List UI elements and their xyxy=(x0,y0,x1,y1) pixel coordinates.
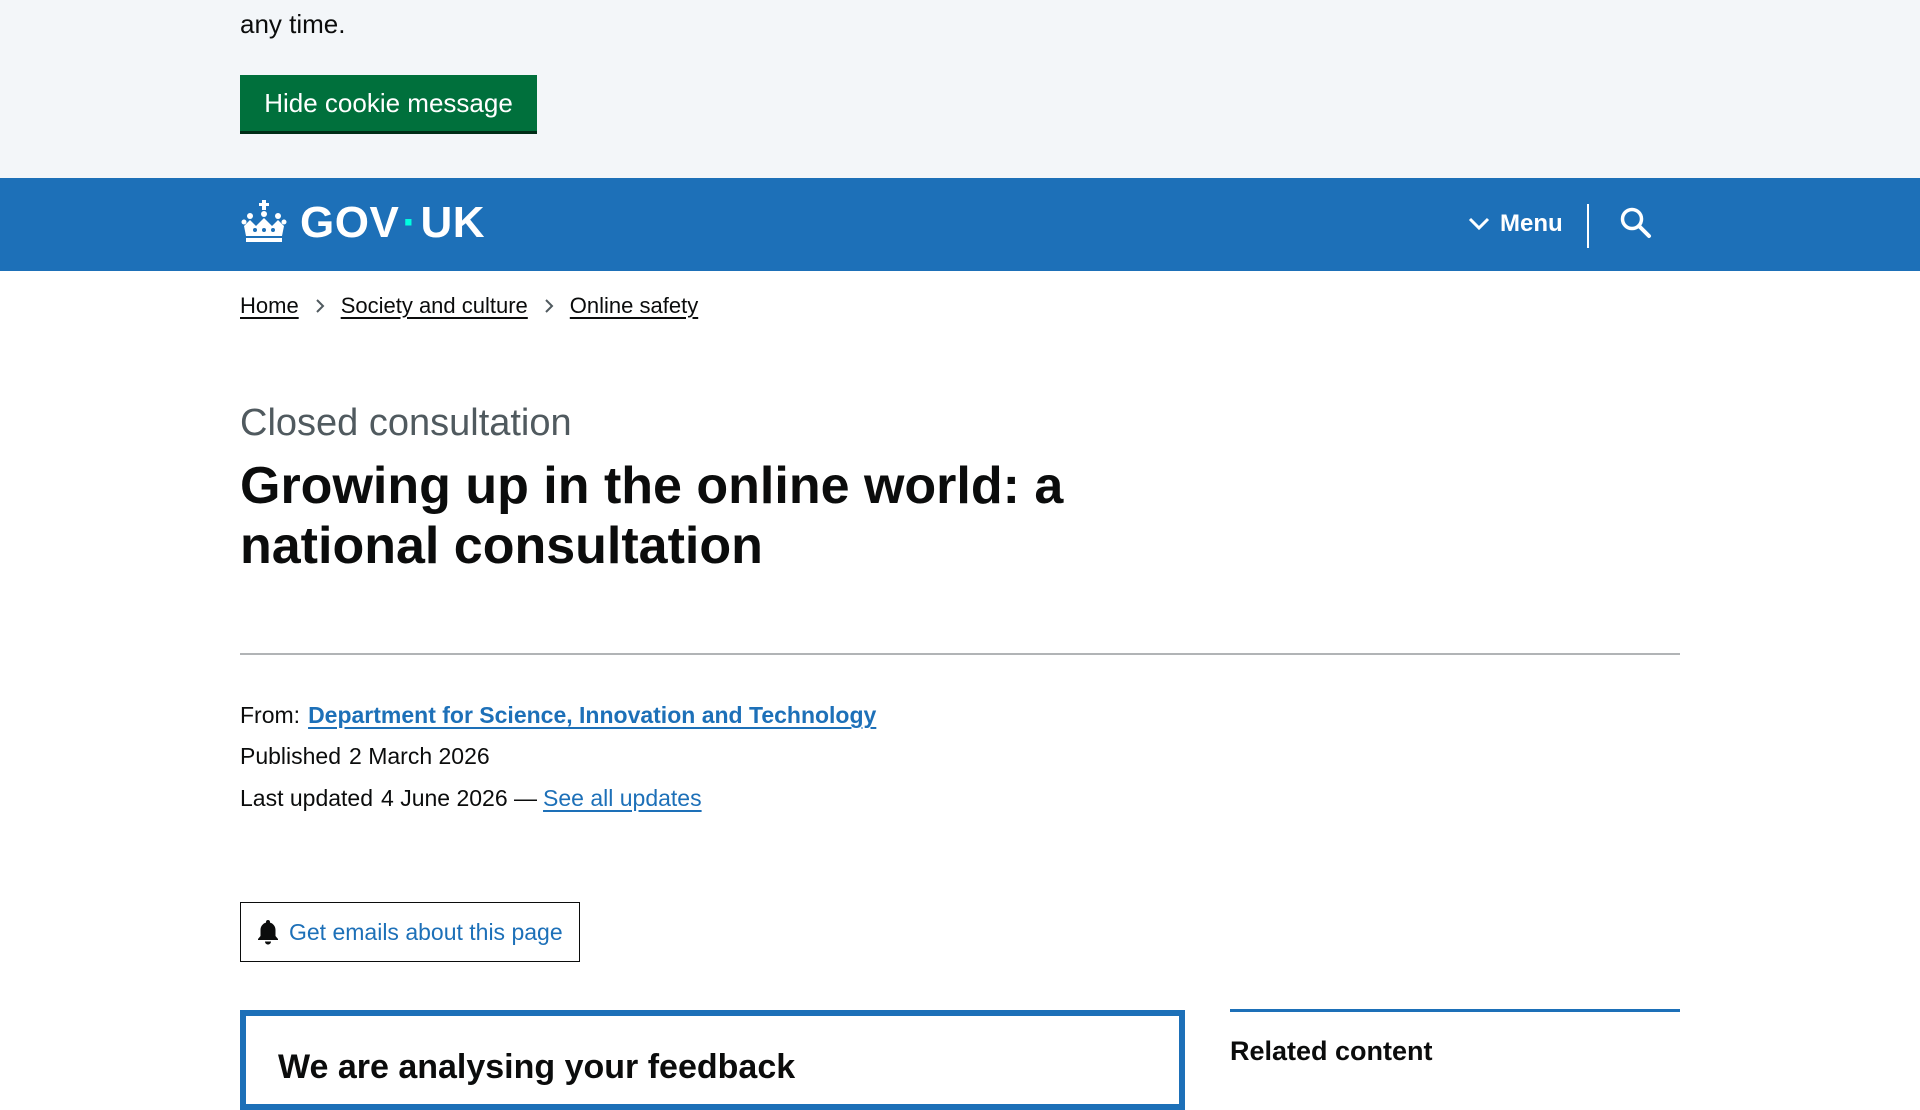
updated-date: 4 June 2026 — xyxy=(381,785,538,811)
hide-cookie-button[interactable]: Hide cookie message xyxy=(240,75,537,131)
page-title: Growing up in the online world: a nation… xyxy=(240,457,1064,575)
logo-text: GOV·UK xyxy=(300,198,486,247)
published-label: Published xyxy=(240,743,342,769)
meta-updated: Last updated 4 June 2026 — See all updat… xyxy=(240,785,702,812)
chevron-down-icon xyxy=(1468,217,1490,231)
updated-label: Last updated xyxy=(240,785,374,811)
meta-published: Published 2 March 2026 xyxy=(240,743,490,770)
feedback-notice: We are analysing your feedback xyxy=(240,1010,1185,1110)
breadcrumb-online-safety[interactable]: Online safety xyxy=(570,293,698,319)
govuk-logo[interactable]: GOV·UK xyxy=(240,198,485,248)
breadcrumb: Home Society and culture Online safety xyxy=(240,293,698,319)
menu-label: Menu xyxy=(1500,210,1563,237)
cookie-text: any time. xyxy=(240,9,346,39)
related-content-heading: Related content xyxy=(1230,1036,1433,1066)
crown-icon xyxy=(241,200,287,242)
header-divider xyxy=(1587,204,1589,248)
see-all-updates-link[interactable]: See all updates xyxy=(543,785,702,812)
meta-from: From: Department for Science, Innovation… xyxy=(240,702,876,729)
site-header: GOV·UK Menu xyxy=(0,178,1920,271)
chevron-right-icon xyxy=(315,298,325,314)
organisation-link[interactable]: Department for Science, Innovation and T… xyxy=(308,702,876,729)
breadcrumb-society-and-culture[interactable]: Society and culture xyxy=(341,293,528,319)
search-icon xyxy=(1620,207,1651,238)
breadcrumb-home[interactable]: Home xyxy=(240,293,299,319)
notice-heading: We are analysing your feedback xyxy=(278,1048,796,1086)
bell-icon xyxy=(258,920,278,945)
from-label: From: xyxy=(240,702,301,728)
published-date: 2 March 2026 xyxy=(349,743,490,769)
page-caption: Closed consultation xyxy=(240,402,572,444)
section-divider xyxy=(240,653,1680,655)
cookie-banner: any time. Hide cookie message xyxy=(0,0,1920,178)
email-signup-label: Get emails about this page xyxy=(289,918,563,945)
search-button[interactable] xyxy=(1616,204,1656,244)
related-divider xyxy=(1230,1009,1680,1012)
chevron-right-icon xyxy=(544,298,554,314)
menu-button[interactable]: Menu xyxy=(1462,204,1569,244)
email-signup-button[interactable]: Get emails about this page xyxy=(240,902,580,962)
